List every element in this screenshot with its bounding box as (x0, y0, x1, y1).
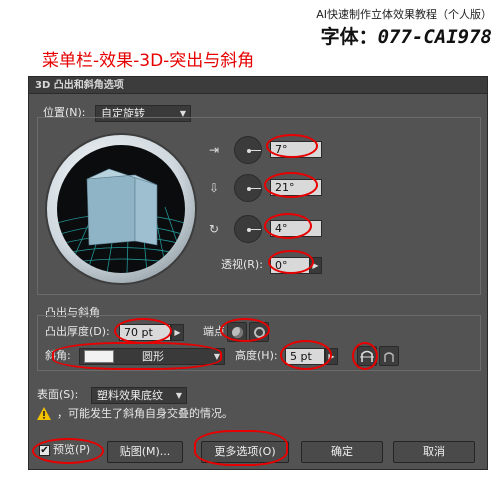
height-field[interactable]: 5 pt (285, 348, 325, 365)
perspective-stepper[interactable]: ▶ (309, 257, 322, 274)
ok-button[interactable]: 确定 (301, 441, 383, 463)
triangle-right-icon: ▶ (328, 352, 335, 361)
extrude-depth-field[interactable]: 70 pt (119, 324, 171, 341)
tutorial-subtitle: AI快速制作立体效果教程（个人版） (316, 8, 492, 21)
cap-on-button[interactable] (227, 322, 247, 342)
bevel-in-icon (384, 352, 394, 362)
cap-on-icon (232, 327, 243, 338)
z-rotation-knob[interactable] (234, 215, 262, 243)
z-axis-rotation-icon: ↻ (208, 222, 220, 236)
knob-indicator (249, 150, 261, 151)
trackball-viewport (57, 145, 185, 273)
x-angle-field[interactable]: 7° (270, 141, 322, 158)
more-options-button[interactable]: 更多选项(O) (201, 441, 289, 463)
height-stepper[interactable]: ▶ (325, 348, 338, 365)
height-label: 高度(H): (235, 349, 278, 362)
chevron-down-icon: ▼ (213, 352, 220, 361)
triangle-right-icon: ▶ (312, 261, 319, 270)
bevel-out-icon (360, 350, 374, 362)
bevel-extent-in-button[interactable] (379, 346, 399, 366)
bevel-label: 斜角: (45, 349, 71, 362)
surface-dropdown[interactable]: 塑料效果底纹 ▼ (91, 387, 187, 404)
extrude-depth-label: 凸出厚度(D): (45, 325, 110, 338)
extrude-bevel-dialog: 3D 凸出和斜角选项 位置(N): 自定旋转 ▼ ⇥ 7° ⇩ 21° ↻ 4°… (28, 76, 488, 470)
bevel-extent-out-button[interactable] (357, 346, 377, 366)
x-rotation-knob[interactable] (234, 136, 262, 164)
perspective-label: 透视(R): (221, 258, 263, 271)
cancel-button[interactable]: 取消 (393, 441, 475, 463)
x-axis-rotation-icon: ⇥ (208, 143, 220, 157)
bevel-preview (84, 350, 114, 363)
surface-value: 塑料效果底纹 (97, 389, 163, 402)
y-angle-field[interactable]: 21° (270, 179, 322, 196)
warning-text: ，可能发生了斜角自身交叠的情况。 (57, 407, 233, 420)
map-art-button[interactable]: 贴图(M)... (107, 441, 183, 463)
triangle-right-icon: ▶ (174, 328, 181, 337)
perspective-field[interactable]: 0° (270, 257, 310, 274)
y-rotation-knob[interactable] (234, 174, 262, 202)
rotation-trackball[interactable] (47, 135, 195, 283)
preview-label[interactable]: 预览(P) (53, 442, 90, 458)
warning-icon (37, 407, 51, 420)
y-axis-rotation-icon: ⇩ (208, 181, 220, 195)
font-caption: 字体：077-CAI978 (321, 22, 492, 49)
grid-cube-illustration (57, 168, 185, 273)
extrude-depth-stepper[interactable]: ▶ (171, 324, 184, 341)
surface-label: 表面(S): (37, 388, 79, 401)
chevron-down-icon: ▼ (175, 391, 182, 400)
knob-indicator (249, 229, 261, 230)
bevel-dropdown[interactable]: 圆形 ▼ (79, 348, 225, 365)
font-code: 077-CAI978 (377, 26, 492, 48)
cap-label: 端点 (203, 325, 225, 338)
annotation-title: 菜单栏-效果-3D-突出与斜角 (42, 51, 255, 71)
bevel-value: 圆形 (142, 350, 164, 363)
cap-off-icon (254, 327, 265, 338)
z-angle-field[interactable]: 4° (270, 220, 322, 237)
knob-indicator (249, 188, 261, 189)
cap-off-button[interactable] (249, 322, 269, 342)
dialog-title: 3D 凸出和斜角选项 (29, 77, 487, 94)
preview-checkbox[interactable]: ✔ (39, 445, 50, 456)
font-prefix: 字体： (320, 26, 378, 48)
